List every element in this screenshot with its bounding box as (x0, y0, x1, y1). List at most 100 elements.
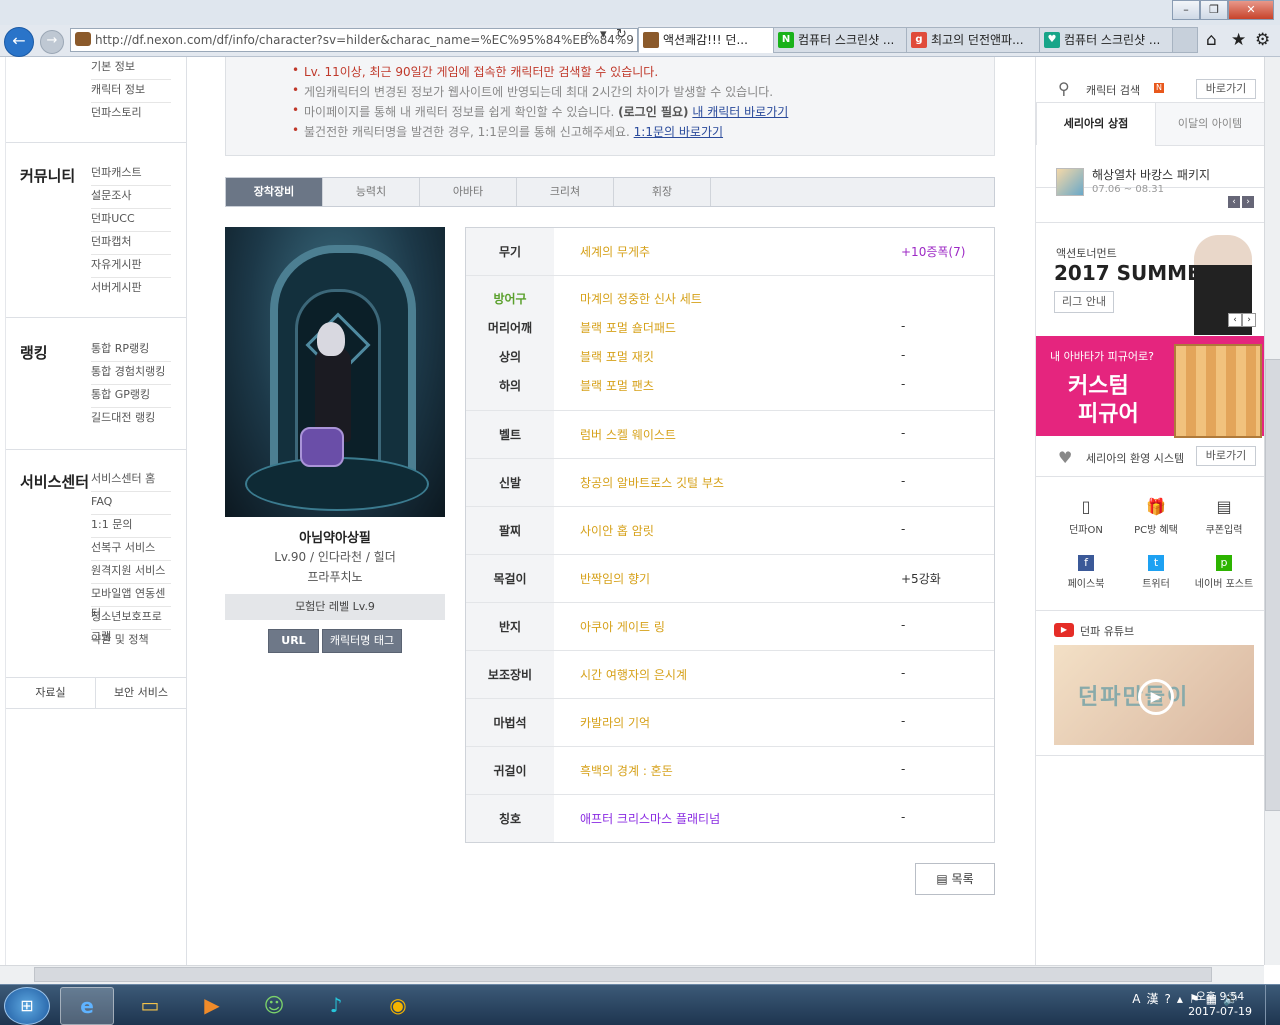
tournament-banner[interactable]: 액션토너먼트 2017 SUMMER 리그 안내 ‹ › (1036, 223, 1264, 337)
tab-creature[interactable]: 크리쳐 (517, 178, 614, 206)
close-window-button[interactable]: ✕ (1228, 0, 1274, 20)
nav-link[interactable]: FAQ (91, 492, 171, 515)
nav-group-service-center[interactable]: 서비스센터 (20, 471, 89, 492)
league-info-button[interactable]: 리그 안내 (1054, 291, 1114, 313)
nav-link[interactable]: 모바일앱 연동센터 (91, 584, 171, 620)
favorites-star-icon[interactable]: ★ (1231, 30, 1246, 50)
refresh-icon[interactable]: ↻ (616, 27, 627, 42)
tab-emblem[interactable]: 휘장 (614, 178, 711, 206)
nav-link[interactable]: 통합 RP랭킹 (91, 339, 171, 362)
quick-twitter[interactable]: t 트위터 (1126, 555, 1186, 590)
equip-item-link[interactable]: 시간 여행자의 은시계 (580, 666, 687, 683)
nav-link[interactable]: 던파UCC (91, 209, 171, 232)
tab-avatar[interactable]: 아바타 (420, 178, 517, 206)
help-icon[interactable]: ? (1165, 992, 1171, 1006)
forward-button[interactable]: → (40, 30, 64, 54)
taskbar-media-icon[interactable]: ▶ (186, 987, 238, 1023)
taskbar-chrome-icon[interactable]: ◉ (372, 987, 424, 1023)
equip-item-link[interactable]: 세계의 무게추 (580, 243, 650, 260)
tab-monthly-item[interactable]: 이달의 아이템 (1155, 102, 1264, 146)
vertical-scroll-thumb[interactable] (1265, 359, 1280, 811)
welcome-go-button[interactable]: 바로가기 (1196, 446, 1256, 466)
show-desktop-button[interactable] (1265, 985, 1280, 1025)
nav-link[interactable]: 자유게시판 (91, 255, 171, 278)
nav-link[interactable]: 원격지원 서비스 (91, 561, 171, 584)
dropdown-icon[interactable]: ▾ (600, 27, 607, 42)
system-clock[interactable]: 오후 9:54 2017-07-19 (1188, 989, 1252, 1019)
nav-link-security[interactable]: 보안 서비스 (96, 677, 186, 709)
nav-link[interactable]: 약관 및 정책 (91, 630, 171, 652)
nav-link-archive[interactable]: 자료실 (6, 677, 96, 709)
taskbar-ie-icon[interactable]: e (60, 987, 114, 1025)
nav-link-char-info[interactable]: 캐릭터 정보 (91, 80, 171, 103)
nav-group-community[interactable]: 커뮤니티 (20, 165, 75, 186)
taskbar-explorer-icon[interactable]: ▭ (124, 987, 176, 1023)
nav-link-basic-info[interactable]: 기본 정보 (91, 57, 171, 80)
nav-link[interactable]: 청소년보호프로그램 (91, 607, 171, 643)
home-icon[interactable]: ⌂ (1206, 30, 1217, 50)
tray-expand-icon[interactable]: ▴ (1177, 992, 1183, 1006)
quick-naver-post[interactable]: p 네이버 포스트 (1194, 555, 1254, 590)
equip-item-link[interactable]: 블랙 포멀 숄더패드 (580, 319, 676, 336)
address-bar[interactable]: http://df.nexon.com/df/info/character?sv… (70, 28, 638, 52)
nav-link[interactable]: 던파캡처 (91, 232, 171, 255)
nav-group-ranking[interactable]: 랭킹 (20, 342, 48, 363)
list-button[interactable]: ▤ 목록 (915, 863, 995, 895)
nav-link-dnf-story[interactable]: 던파스토리 (91, 103, 171, 125)
equip-item-link[interactable]: 사이안 홉 암릿 (580, 522, 654, 539)
tab-seria-shop[interactable]: 세리아의 상점 (1036, 102, 1156, 145)
taskbar-messenger-icon[interactable]: ☺ (248, 987, 300, 1023)
quick-pcbang[interactable]: 🎁 PC방 혜택 (1126, 497, 1186, 536)
nav-link[interactable]: 던파캐스트 (91, 163, 171, 186)
hanja-icon[interactable]: 漢 (1147, 990, 1159, 1007)
my-character-link[interactable]: 내 캐릭터 바로가기 (692, 105, 788, 119)
start-button[interactable]: ⊞ (4, 987, 50, 1025)
prev-arrow-icon[interactable]: ‹ (1228, 196, 1240, 208)
equip-item-link[interactable]: 반짝임의 향기 (580, 570, 650, 587)
inquiry-link[interactable]: 1:1문의 바로가기 (634, 125, 723, 139)
back-button[interactable]: ← (4, 27, 34, 57)
horizontal-scroll-thumb[interactable] (34, 967, 1212, 982)
name-tag-button[interactable]: 캐릭터명 태그 (322, 629, 402, 653)
equip-item-link[interactable]: 흑백의 경계 : 혼돈 (580, 762, 673, 779)
nav-link[interactable]: 통합 경험치랭킹 (91, 362, 171, 385)
tab-equipment[interactable]: 장착장비 (226, 178, 323, 206)
character-search-go-button[interactable]: 바로가기 (1196, 79, 1256, 99)
nav-link[interactable]: 1:1 문의 (91, 515, 171, 538)
new-tab-button[interactable] (1172, 27, 1198, 53)
restore-button[interactable]: ❐ (1200, 0, 1228, 20)
clock-time: 오후 9:54 (1195, 990, 1245, 1003)
search-icon[interactable]: ⌕ (585, 27, 592, 42)
play-icon[interactable]: ▶ (1138, 679, 1174, 715)
equip-item-link[interactable]: 애프터 크리스마스 플래티넘 (580, 810, 720, 827)
equip-item-link[interactable]: 블랙 포멀 팬츠 (580, 377, 654, 394)
tab-stats[interactable]: 능력치 (323, 178, 420, 206)
settings-gear-icon[interactable]: ⚙ (1255, 30, 1270, 50)
promo-title[interactable]: 해상열차 바캉스 패키지 (1092, 166, 1210, 183)
equip-item-link[interactable]: 카발라의 기억 (580, 714, 650, 731)
equip-item-link[interactable]: 마계의 정중한 신사 세트 (580, 290, 702, 307)
equip-item-link[interactable]: 창공의 알바트로스 깃털 부츠 (580, 474, 724, 491)
nav-link[interactable]: 통합 GP랭킹 (91, 385, 171, 408)
quick-facebook[interactable]: f 페이스북 (1056, 555, 1116, 590)
equip-item-link[interactable]: 블랙 포멀 재킷 (580, 348, 654, 365)
youtube-video-thumbnail[interactable]: 던파만들이 ▶ (1054, 645, 1254, 745)
custom-figure-banner[interactable]: 내 아바타가 피규어로? 커스텀 피규어 (1036, 336, 1264, 438)
next-arrow-icon[interactable]: › (1242, 313, 1256, 327)
url-button[interactable]: URL (268, 629, 319, 653)
language-icon[interactable]: A (1132, 992, 1140, 1006)
nav-link[interactable]: 설문조사 (91, 186, 171, 209)
nav-link[interactable]: 길드대전 랭킹 (91, 408, 171, 430)
equip-item-link[interactable]: 아쿠아 게이트 링 (580, 618, 665, 635)
nav-link[interactable]: 서버게시판 (91, 278, 171, 300)
equip-row: 신발 창공의 알바트로스 깃털 부츠 - (466, 459, 994, 507)
next-arrow-icon[interactable]: › (1242, 196, 1254, 208)
minimize-button[interactable]: – (1172, 0, 1200, 20)
quick-coupon[interactable]: ▤ 쿠폰입력 (1194, 497, 1254, 536)
taskbar-music-icon[interactable]: ♪ (310, 987, 362, 1023)
prev-arrow-icon[interactable]: ‹ (1228, 313, 1242, 327)
nav-link[interactable]: 서비스센터 홈 (91, 469, 171, 492)
equip-item-link[interactable]: 럼버 스켈 웨이스트 (580, 426, 676, 443)
nav-link[interactable]: 선복구 서비스 (91, 538, 171, 561)
quick-dnfon[interactable]: ▯ 던파ON (1056, 497, 1116, 536)
